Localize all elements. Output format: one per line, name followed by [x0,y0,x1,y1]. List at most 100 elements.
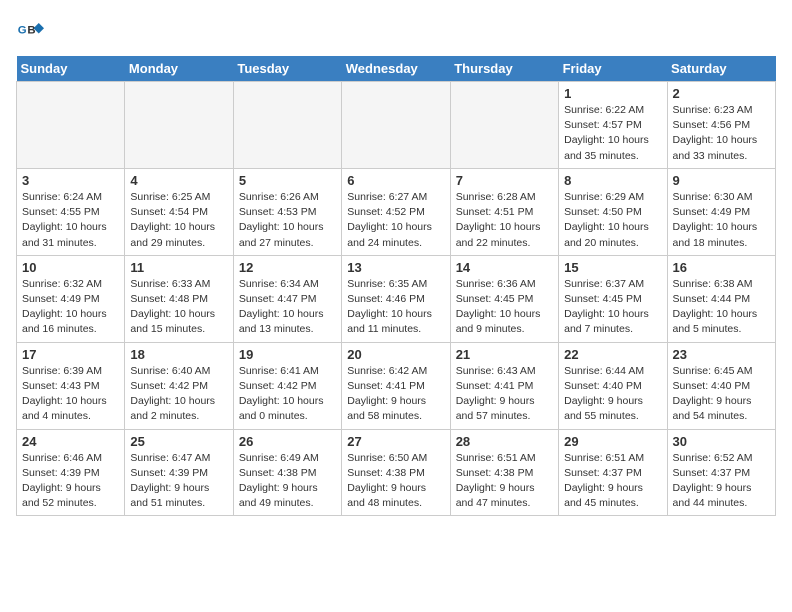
day-info: Sunrise: 6:34 AM Sunset: 4:47 PM Dayligh… [239,277,336,338]
day-of-week-header: Monday [125,56,233,82]
calendar-cell: 22Sunrise: 6:44 AM Sunset: 4:40 PM Dayli… [559,342,667,429]
calendar-cell [233,82,341,169]
day-info: Sunrise: 6:29 AM Sunset: 4:50 PM Dayligh… [564,190,661,251]
day-info: Sunrise: 6:22 AM Sunset: 4:57 PM Dayligh… [564,103,661,164]
calendar-cell [450,82,558,169]
day-info: Sunrise: 6:39 AM Sunset: 4:43 PM Dayligh… [22,364,119,425]
day-number: 2 [673,86,770,101]
calendar-cell: 24Sunrise: 6:46 AM Sunset: 4:39 PM Dayli… [17,429,125,516]
day-number: 28 [456,434,553,449]
day-info: Sunrise: 6:42 AM Sunset: 4:41 PM Dayligh… [347,364,444,425]
calendar-cell: 10Sunrise: 6:32 AM Sunset: 4:49 PM Dayli… [17,255,125,342]
calendar-cell [125,82,233,169]
day-number: 16 [673,260,770,275]
day-number: 9 [673,173,770,188]
day-number: 26 [239,434,336,449]
calendar-cell: 17 Sunrise: 6:39 AM Sunset: 4:43 PM Dayli… [17,342,125,429]
day-info: Sunrise: 6:25 AM Sunset: 4:54 PM Dayligh… [130,190,227,251]
day-info: Sunrise: 6:44 AM Sunset: 4:40 PM Dayligh… [564,364,661,425]
calendar-cell: 3 Sunrise: 6:24 AM Sunset: 4:55 PM Daylig… [17,168,125,255]
day-number: 23 [673,347,770,362]
day-number: 6 [347,173,444,188]
calendar-cell: 16 Sunrise: 6:38 AM Sunset: 4:44 PM Dayli… [667,255,775,342]
calendar-cell: 4Sunrise: 6:25 AM Sunset: 4:54 PM Daylig… [125,168,233,255]
calendar-cell: 13 Sunrise: 6:35 AM Sunset: 4:46 PM Dayli… [342,255,450,342]
day-info: Sunrise: 6:49 AM Sunset: 4:38 PM Dayligh… [239,451,336,512]
calendar-cell: 1 Sunrise: 6:22 AM Sunset: 4:57 PM Daylig… [559,82,667,169]
calendar-cell: 23 Sunrise: 6:45 AM Sunset: 4:40 PM Dayli… [667,342,775,429]
day-info: Sunrise: 6:30 AM Sunset: 4:49 PM Dayligh… [673,190,770,251]
day-of-week-header: Sunday [17,56,125,82]
header: G B [16,16,776,44]
calendar-week-row: 17 Sunrise: 6:39 AM Sunset: 4:43 PM Dayli… [17,342,776,429]
day-of-week-header: Tuesday [233,56,341,82]
day-number: 10 [22,260,119,275]
day-number: 20 [347,347,444,362]
calendar-cell: 29Sunrise: 6:51 AM Sunset: 4:37 PM Dayli… [559,429,667,516]
calendar-cell: 11 Sunrise: 6:33 AM Sunset: 4:48 PM Dayli… [125,255,233,342]
calendar-table: SundayMondayTuesdayWednesdayThursdayFrid… [16,56,776,516]
day-info: Sunrise: 6:24 AM Sunset: 4:55 PM Dayligh… [22,190,119,251]
calendar-cell: 26 Sunrise: 6:49 AM Sunset: 4:38 PM Dayli… [233,429,341,516]
day-info: Sunrise: 6:50 AM Sunset: 4:38 PM Dayligh… [347,451,444,512]
calendar-cell [17,82,125,169]
day-of-week-header: Friday [559,56,667,82]
day-info: Sunrise: 6:26 AM Sunset: 4:53 PM Dayligh… [239,190,336,251]
calendar-cell: 6Sunrise: 6:27 AM Sunset: 4:52 PM Daylig… [342,168,450,255]
calendar-week-row: 24Sunrise: 6:46 AM Sunset: 4:39 PM Dayli… [17,429,776,516]
day-info: Sunrise: 6:38 AM Sunset: 4:44 PM Dayligh… [673,277,770,338]
day-number: 1 [564,86,661,101]
calendar-cell: 9 Sunrise: 6:30 AM Sunset: 4:49 PM Daylig… [667,168,775,255]
day-number: 18 [130,347,227,362]
day-info: Sunrise: 6:47 AM Sunset: 4:39 PM Dayligh… [130,451,227,512]
calendar-cell: 20 Sunrise: 6:42 AM Sunset: 4:41 PM Dayli… [342,342,450,429]
calendar-week-row: 3 Sunrise: 6:24 AM Sunset: 4:55 PM Daylig… [17,168,776,255]
day-number: 21 [456,347,553,362]
calendar-cell: 15Sunrise: 6:37 AM Sunset: 4:45 PM Dayli… [559,255,667,342]
day-number: 3 [22,173,119,188]
calendar-cell: 14Sunrise: 6:36 AM Sunset: 4:45 PM Dayli… [450,255,558,342]
day-number: 24 [22,434,119,449]
calendar-week-row: 10Sunrise: 6:32 AM Sunset: 4:49 PM Dayli… [17,255,776,342]
svg-text:G: G [18,25,27,37]
day-info: Sunrise: 6:40 AM Sunset: 4:42 PM Dayligh… [130,364,227,425]
logo: G B [16,16,48,44]
day-number: 27 [347,434,444,449]
day-info: Sunrise: 6:35 AM Sunset: 4:46 PM Dayligh… [347,277,444,338]
calendar-cell: 28 Sunrise: 6:51 AM Sunset: 4:38 PM Dayli… [450,429,558,516]
calendar-cell: 8 Sunrise: 6:29 AM Sunset: 4:50 PM Daylig… [559,168,667,255]
day-number: 8 [564,173,661,188]
calendar-cell [342,82,450,169]
day-info: Sunrise: 6:37 AM Sunset: 4:45 PM Dayligh… [564,277,661,338]
day-number: 12 [239,260,336,275]
calendar-cell: 25 Sunrise: 6:47 AM Sunset: 4:39 PM Dayli… [125,429,233,516]
day-info: Sunrise: 6:28 AM Sunset: 4:51 PM Dayligh… [456,190,553,251]
day-info: Sunrise: 6:51 AM Sunset: 4:38 PM Dayligh… [456,451,553,512]
calendar-cell: 21 Sunrise: 6:43 AM Sunset: 4:41 PM Dayli… [450,342,558,429]
calendar-cell: 12 Sunrise: 6:34 AM Sunset: 4:47 PM Dayli… [233,255,341,342]
day-of-week-header: Wednesday [342,56,450,82]
day-number: 13 [347,260,444,275]
day-number: 30 [673,434,770,449]
svg-text:B: B [27,25,35,37]
calendar-cell: 27 Sunrise: 6:50 AM Sunset: 4:38 PM Dayli… [342,429,450,516]
day-number: 7 [456,173,553,188]
day-number: 5 [239,173,336,188]
calendar-header-row: SundayMondayTuesdayWednesdayThursdayFrid… [17,56,776,82]
day-info: Sunrise: 6:33 AM Sunset: 4:48 PM Dayligh… [130,277,227,338]
calendar-cell: 18 Sunrise: 6:40 AM Sunset: 4:42 PM Dayli… [125,342,233,429]
day-of-week-header: Thursday [450,56,558,82]
day-info: Sunrise: 6:45 AM Sunset: 4:40 PM Dayligh… [673,364,770,425]
calendar-cell: 7 Sunrise: 6:28 AM Sunset: 4:51 PM Daylig… [450,168,558,255]
day-info: Sunrise: 6:52 AM Sunset: 4:37 PM Dayligh… [673,451,770,512]
day-number: 17 [22,347,119,362]
day-info: Sunrise: 6:36 AM Sunset: 4:45 PM Dayligh… [456,277,553,338]
calendar-cell: 5 Sunrise: 6:26 AM Sunset: 4:53 PM Daylig… [233,168,341,255]
calendar-cell: 2Sunrise: 6:23 AM Sunset: 4:56 PM Daylig… [667,82,775,169]
calendar-cell: 30 Sunrise: 6:52 AM Sunset: 4:37 PM Dayli… [667,429,775,516]
day-info: Sunrise: 6:51 AM Sunset: 4:37 PM Dayligh… [564,451,661,512]
calendar-cell: 19Sunrise: 6:41 AM Sunset: 4:42 PM Dayli… [233,342,341,429]
day-info: Sunrise: 6:43 AM Sunset: 4:41 PM Dayligh… [456,364,553,425]
day-number: 25 [130,434,227,449]
day-number: 11 [130,260,227,275]
